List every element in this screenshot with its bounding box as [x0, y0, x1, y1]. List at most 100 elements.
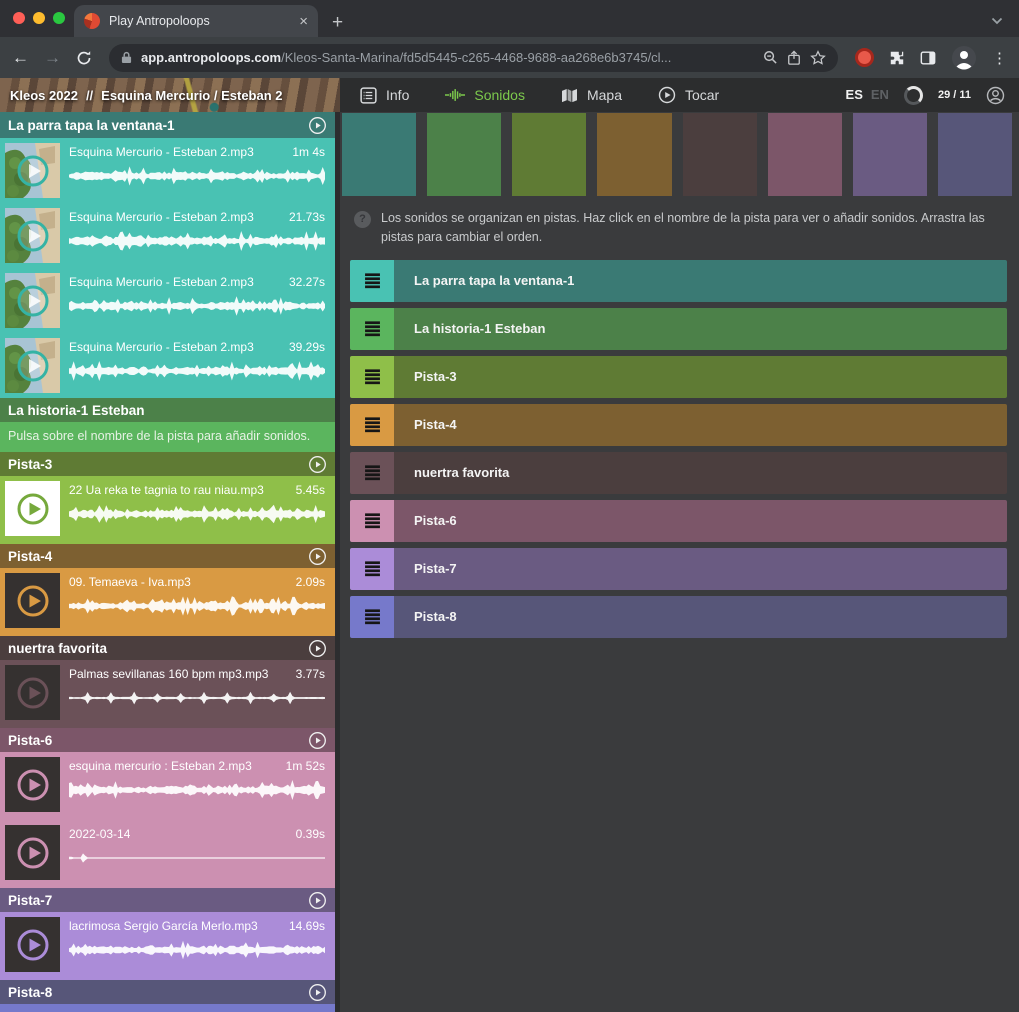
track-row[interactable]: La parra tapa la ventana-1 — [350, 260, 1007, 302]
side-panel-icon[interactable] — [920, 50, 936, 66]
tab-info[interactable]: Info — [360, 87, 409, 104]
clip-play-icon[interactable] — [15, 153, 51, 189]
address-bar[interactable]: app.antropoloops.com/Kleos-Santa-Marina/… — [109, 44, 838, 72]
share-icon[interactable] — [787, 50, 801, 66]
zoom-icon[interactable] — [763, 50, 778, 65]
play-track-icon[interactable] — [308, 116, 327, 135]
track-row[interactable]: La historia-1 Esteban — [350, 308, 1007, 350]
track-color-pad[interactable] — [597, 113, 671, 196]
recording-indicator[interactable] — [855, 48, 874, 67]
lang-es[interactable]: ES — [846, 87, 863, 102]
track-row-body[interactable]: nuertra favorita — [394, 452, 1007, 494]
sidebar-track-header[interactable]: La historia-1 Esteban — [0, 398, 335, 422]
clip-thumbnail[interactable] — [5, 825, 60, 880]
zoom-window-button[interactable] — [53, 12, 65, 24]
play-track-icon[interactable] — [308, 547, 327, 566]
clip-thumbnail[interactable] — [5, 208, 60, 263]
track-row-body[interactable]: Pista-4 — [394, 404, 1007, 446]
play-track-icon[interactable] — [308, 455, 327, 474]
drag-handle[interactable] — [350, 356, 394, 398]
audio-clip[interactable]: Palmas sevillanas 160 bpm mp3.mp33.77s — [0, 660, 335, 728]
sidebar-track-header[interactable]: Pista-7 — [0, 888, 335, 912]
track-row[interactable]: Pista-3 — [350, 356, 1007, 398]
sidebar-track-header[interactable]: Pista-6 — [0, 728, 335, 752]
track-color-pad[interactable] — [938, 113, 1012, 196]
reload-button[interactable] — [76, 50, 92, 66]
play-track-icon[interactable] — [308, 891, 327, 910]
forward-button[interactable]: → — [44, 49, 61, 66]
audio-clip[interactable]: Esquina Mercurio - Esteban 2.mp332.27s — [0, 268, 335, 333]
clip-play-icon[interactable] — [15, 491, 51, 527]
chevron-down-icon[interactable] — [991, 17, 1003, 25]
extensions-puzzle-icon[interactable] — [889, 50, 905, 66]
clip-thumbnail[interactable] — [5, 273, 60, 328]
clip-play-icon[interactable] — [15, 583, 51, 619]
clip-play-icon[interactable] — [15, 767, 51, 803]
clip-thumbnail[interactable] — [5, 143, 60, 198]
clip-thumbnail[interactable] — [5, 665, 60, 720]
track-row-body[interactable]: La historia-1 Esteban — [394, 308, 1007, 350]
track-row[interactable]: Pista-7 — [350, 548, 1007, 590]
drag-handle[interactable] — [350, 404, 394, 446]
minimize-window-button[interactable] — [33, 12, 45, 24]
drag-handle[interactable] — [350, 308, 394, 350]
play-track-icon[interactable] — [308, 983, 327, 1002]
menu-kebab-icon[interactable]: ⋮ — [992, 49, 1007, 67]
clip-thumbnail[interactable] — [5, 481, 60, 536]
audio-clip[interactable]: Esquina Mercurio - Esteban 2.mp31m 4s — [0, 138, 335, 203]
tab-tocar[interactable]: Tocar — [658, 86, 719, 104]
sidebar-track-header[interactable]: La parra tapa la ventana-1 — [0, 112, 335, 138]
clip-play-icon[interactable] — [15, 927, 51, 963]
new-tab-button[interactable]: + — [332, 13, 343, 32]
track-color-pad[interactable] — [342, 113, 416, 196]
play-track-icon[interactable] — [308, 731, 327, 750]
audio-clip[interactable]: Esquina Mercurio - Esteban 2.mp339.29s — [0, 333, 335, 398]
track-color-pad[interactable] — [768, 113, 842, 196]
audio-clip[interactable]: Esquina Mercurio - Esteban 2.mp321.73s — [0, 203, 335, 268]
track-color-pad[interactable] — [512, 113, 586, 196]
track-row-body[interactable]: La parra tapa la ventana-1 — [394, 260, 1007, 302]
track-row[interactable]: nuertra favorita — [350, 452, 1007, 494]
clip-thumbnail[interactable] — [5, 757, 60, 812]
sidebar-track-header[interactable]: Pista-4 — [0, 544, 335, 568]
clip-thumbnail[interactable] — [5, 338, 60, 393]
sidebar-track-header[interactable]: Pista-3 — [0, 452, 335, 476]
track-color-pad[interactable] — [683, 113, 757, 196]
close-tab-icon[interactable]: × — [299, 14, 308, 29]
audio-clip[interactable]: 22 Ua reka te tagnia to rau niau.mp35.45… — [0, 476, 335, 544]
track-color-pad[interactable] — [853, 113, 927, 196]
clip-play-icon[interactable] — [15, 675, 51, 711]
sidebar-track-header[interactable]: Pista-8 — [0, 980, 335, 1004]
track-row[interactable]: Pista-8 — [350, 596, 1007, 638]
track-row-body[interactable]: Pista-3 — [394, 356, 1007, 398]
audio-clip[interactable]: esquina mercurio : Esteban 2.mp31m 52s — [0, 752, 335, 820]
track-row[interactable]: Pista-4 — [350, 404, 1007, 446]
close-window-button[interactable] — [13, 12, 25, 24]
drag-handle[interactable] — [350, 260, 394, 302]
clip-play-icon[interactable] — [15, 348, 51, 384]
audio-clip[interactable]: lacrimosa Sergio García Merlo.mp314.69s — [0, 912, 335, 980]
track-color-pad[interactable] — [427, 113, 501, 196]
audio-clip[interactable]: 2022-03-140.39s — [0, 820, 335, 888]
lang-en[interactable]: EN — [871, 87, 889, 102]
drag-handle[interactable] — [350, 500, 394, 542]
project-breadcrumb[interactable]: Kleos 2022 // Esquina Mercurio / Esteban… — [0, 78, 340, 112]
play-track-icon[interactable] — [308, 639, 327, 658]
audio-clip[interactable]: 09. Temaeva - Iva.mp32.09s — [0, 568, 335, 636]
track-row-body[interactable]: Pista-8 — [394, 596, 1007, 638]
drag-handle[interactable] — [350, 548, 394, 590]
clip-play-icon[interactable] — [15, 835, 51, 871]
browser-avatar[interactable] — [951, 45, 977, 71]
drag-handle[interactable] — [350, 596, 394, 638]
clip-play-icon[interactable] — [15, 218, 51, 254]
track-row-body[interactable]: Pista-6 — [394, 500, 1007, 542]
tab-mapa[interactable]: Mapa — [561, 87, 622, 103]
back-button[interactable]: ← — [12, 49, 29, 66]
tab-sonidos[interactable]: Sonidos — [445, 87, 525, 103]
account-icon[interactable] — [986, 86, 1005, 105]
drag-handle[interactable] — [350, 452, 394, 494]
track-row[interactable]: Pista-6 — [350, 500, 1007, 542]
clip-play-icon[interactable] — [15, 283, 51, 319]
clip-thumbnail[interactable] — [5, 573, 60, 628]
track-row-body[interactable]: Pista-7 — [394, 548, 1007, 590]
